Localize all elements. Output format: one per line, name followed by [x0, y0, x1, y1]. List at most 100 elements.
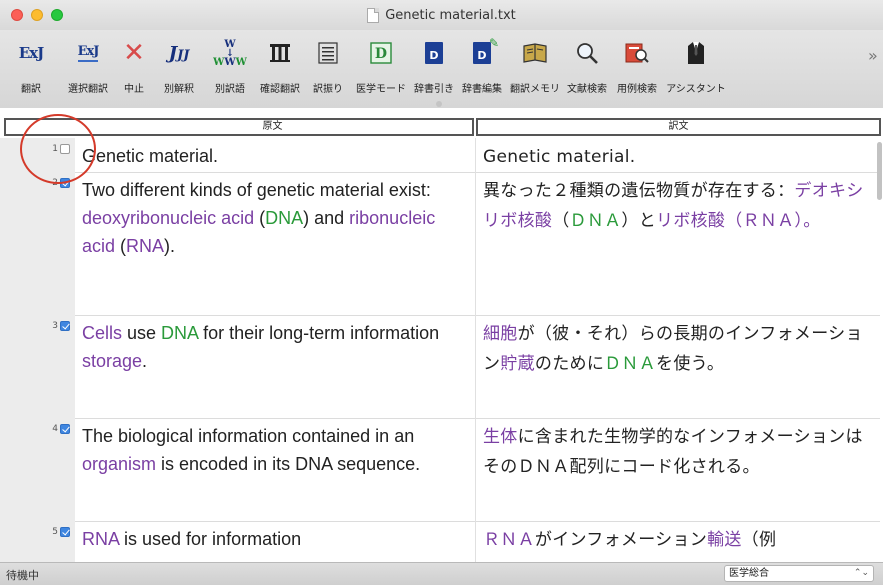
window-title-wrap: Genetic material.txt	[0, 0, 883, 30]
dictionary-select-value: 医学総合	[729, 568, 769, 579]
dict-lookup-button[interactable]: D 辞書引き	[414, 32, 454, 98]
term-highlight: ＤＮＡ	[569, 211, 622, 231]
table-row[interactable]: 3 Cells use DNA for their long-term infor…	[0, 315, 880, 419]
column-header-target[interactable]: 訳文	[476, 118, 881, 136]
row-number-cell: 5	[0, 521, 75, 562]
www-icon: W ↓ WWW	[213, 38, 247, 68]
text-segment: for their long-term information	[198, 323, 440, 343]
row-number-text: 5	[52, 527, 58, 537]
row-checkbox[interactable]	[60, 321, 70, 331]
text-segment: ).	[164, 236, 176, 256]
table-row[interactable]: 1 Genetic material. Genetic material.	[0, 138, 880, 173]
toolbar: ExJ 翻訳 ExJ 選択翻訳 ✕ 中止 JJJ 別解釈 W ↓ WWW 別訳語 確…	[0, 30, 883, 108]
text-segment: is used for information	[119, 529, 302, 549]
example-search-button[interactable]: 用例検索	[616, 32, 658, 98]
term-highlight: DNA	[161, 323, 199, 343]
text-segment: use	[122, 323, 162, 343]
translate-label: 翻訳	[21, 84, 41, 95]
assistant-label: アシスタント	[666, 84, 726, 95]
term-highlight: RNA	[82, 529, 120, 549]
dictionary-edit-icon: D ✎	[467, 36, 499, 68]
row-number-cell: 4	[0, 418, 75, 521]
jjj-icon: JJJ	[168, 42, 190, 64]
row-number: 4	[52, 424, 70, 434]
example-search-icon	[622, 38, 652, 68]
source-cell[interactable]: RNA is used for information	[82, 525, 467, 553]
lines-icon	[313, 38, 343, 68]
status-bar: 待機中 医学総合 ⌃⌄	[0, 562, 883, 585]
term-highlight: storage	[82, 351, 143, 371]
text-segment: に含まれた生物学的なインフォメーションはそのＤＮＡ配列にコード化される。	[483, 427, 863, 477]
row-number-cell: 2	[0, 172, 75, 315]
table-row[interactable]: 2 Two different kinds of genetic material…	[0, 172, 880, 316]
term-highlight: Cells	[82, 323, 123, 343]
row-checkbox[interactable]	[60, 424, 70, 434]
row-number-text: 3	[52, 321, 58, 331]
translation-table: 原文 訳文 1 Genetic material. Genetic material…	[0, 108, 883, 562]
stop-button[interactable]: ✕ 中止	[118, 32, 150, 98]
translate-button[interactable]: ExJ 翻訳	[10, 32, 52, 98]
column-header-source[interactable]: 原文	[73, 118, 474, 136]
text-segment: を使う。	[656, 354, 725, 374]
select-translate-button[interactable]: ExJ 選択翻訳	[66, 32, 110, 98]
magnifier-icon	[572, 38, 602, 68]
table-row[interactable]: 5 RNA is used for information ＲＮＡがインフォメーショ…	[0, 521, 880, 562]
exj-icon: ExJ	[18, 44, 45, 62]
term-highlight: 貯蔵	[500, 354, 535, 374]
source-cell[interactable]: The biological information contained in …	[82, 422, 467, 478]
target-cell[interactable]: Genetic material.	[476, 142, 871, 172]
dictionary-select[interactable]: 医学総合 ⌃⌄	[724, 565, 874, 582]
dictionary-icon: D	[419, 38, 449, 68]
target-cell[interactable]: 異なった２種類の遺伝物質が存在する：デオキシリボ核酸（ＤＮＡ）とリボ核酸（ＲＮＡ…	[476, 176, 871, 236]
text-segment: (	[115, 236, 127, 256]
row-checkbox[interactable]	[60, 527, 70, 537]
select-arrows-icon: ⌃⌄	[853, 568, 869, 578]
term-highlight: ＲＮＡ	[483, 530, 535, 550]
memory-book-icon	[520, 38, 550, 68]
alt-translate-button[interactable]: JJJ 別解釈	[158, 32, 200, 98]
columns-icon	[265, 38, 295, 68]
term-highlight: 生体	[483, 427, 518, 447]
target-cell[interactable]: ＲＮＡがインフォメーション輸送（例	[476, 525, 871, 555]
text-segment: Two different kinds of genetic material …	[82, 180, 431, 200]
text-segment: Genetic material.	[82, 146, 219, 166]
text-segment: のために	[534, 354, 605, 374]
row-number: 5	[52, 527, 70, 537]
title-bar: Genetic material.txt	[0, 0, 883, 30]
text-segment: ) and	[303, 208, 350, 228]
target-cell[interactable]: 生体に含まれた生物学的なインフォメーションはそのＤＮＡ配列にコード化される。	[476, 422, 871, 482]
alt-words-button[interactable]: W ↓ WWW 別訳語	[210, 32, 250, 98]
vertical-scrollbar[interactable]	[877, 142, 882, 200]
confirm-translate-button[interactable]: 確認翻訳	[258, 32, 302, 98]
splitter-handle[interactable]	[436, 101, 442, 107]
stop-x-icon: ✕	[123, 38, 145, 68]
text-segment: ）と	[621, 211, 657, 231]
furigana-button[interactable]: 訳振り	[310, 32, 346, 98]
source-cell[interactable]: Genetic material.	[82, 142, 467, 170]
assistant-button[interactable]: アシスタント	[666, 32, 726, 98]
svg-text:D: D	[375, 46, 387, 62]
term-highlight: （ＲＮＡ）。	[725, 211, 821, 231]
source-cell[interactable]: Cells use DNA for their long-term inform…	[82, 319, 467, 375]
text-segment: 異なった２種類の遺伝物質が存在する：	[483, 181, 795, 201]
exj-select-icon: ExJ	[73, 38, 103, 68]
memo-button[interactable]: 翻訳メモリ	[510, 32, 560, 98]
term-highlight: DNA	[265, 208, 304, 228]
text-segment: .	[142, 351, 148, 371]
dict-edit-button[interactable]: D ✎ 辞書編集	[462, 32, 502, 98]
table-row[interactable]: 4 The biological information contained in…	[0, 418, 880, 522]
window-title: Genetic material.txt	[385, 7, 516, 23]
term-highlight: ＤＮＡ	[604, 354, 657, 374]
row-number-text: 4	[52, 424, 58, 434]
source-cell[interactable]: Two different kinds of genetic material …	[82, 176, 467, 260]
term-highlight: organism	[82, 454, 157, 474]
target-cell[interactable]: 細胞が（彼・それ）らの長期のインフォメーション貯蔵のためにＤＮＡを使う。	[476, 319, 871, 379]
toolbar-overflow-chevron[interactable]: »	[868, 46, 878, 65]
assistant-icon	[681, 38, 711, 68]
text-segment: （	[552, 211, 570, 231]
text-segment: The biological information contained in …	[82, 426, 415, 446]
doc-search-button[interactable]: 文献検索	[566, 32, 608, 98]
medical-mode-button[interactable]: D 医学モード	[356, 32, 406, 98]
text-segment: がインフォメーション	[534, 530, 708, 550]
term-highlight: RNA	[126, 236, 165, 256]
